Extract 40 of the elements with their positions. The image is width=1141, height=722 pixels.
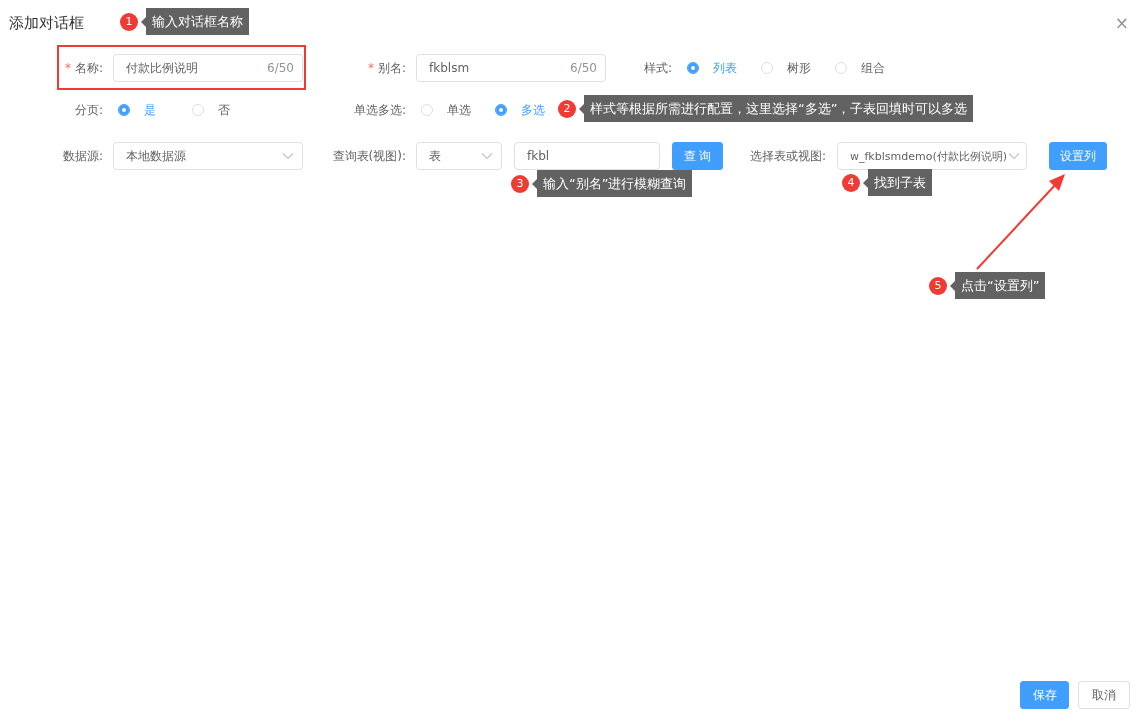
cancel-button[interactable]: 取消 bbox=[1078, 681, 1130, 709]
callout: 输入对话框名称 bbox=[141, 8, 249, 35]
input-field[interactable]: fkblsm 6/50 bbox=[416, 54, 606, 82]
field-label: 选择表或视图: bbox=[749, 147, 826, 165]
chevron-icon bbox=[1008, 152, 1020, 160]
radio-label[interactable]: 否 bbox=[218, 101, 250, 119]
step-badge: 1 bbox=[120, 12, 138, 31]
radio-label[interactable]: 树形 bbox=[787, 59, 819, 77]
required-mark: * bbox=[367, 61, 374, 75]
radio-label[interactable]: 组合 bbox=[861, 59, 893, 77]
field-label: 数据源: bbox=[62, 147, 103, 165]
dialog-title: 添加对话框 bbox=[9, 13, 84, 33]
radio-button[interactable] bbox=[495, 104, 507, 116]
field-label: 别名: bbox=[377, 59, 406, 77]
select-field[interactable]: w_fkblsmdemo(付款比例说明) bbox=[837, 142, 1027, 170]
char-counter: 6/50 bbox=[267, 61, 294, 75]
char-counter: 6/50 bbox=[570, 61, 597, 75]
radio-label[interactable]: 单选 bbox=[447, 101, 479, 119]
callout: 点击“设置列” bbox=[950, 272, 1046, 299]
field-label: 名称: bbox=[74, 59, 103, 77]
radio-button[interactable] bbox=[687, 62, 699, 74]
chevron-icon bbox=[481, 152, 493, 160]
radio-button[interactable] bbox=[118, 104, 130, 116]
field-label: 单选多选: bbox=[353, 101, 406, 119]
step-badge: 3 bbox=[511, 174, 529, 193]
callout: 输入“别名”进行模糊查询 bbox=[532, 170, 693, 197]
callout: 样式等根据所需进行配置，这里选择“多选”，子表回填时可以多选 bbox=[579, 95, 974, 122]
step-badge: 2 bbox=[558, 99, 576, 118]
field-label: 分页: bbox=[74, 101, 103, 119]
input-field[interactable]: fkbl bbox=[514, 142, 660, 170]
callout: 找到子表 bbox=[863, 169, 932, 196]
step-badge: 4 bbox=[842, 173, 860, 192]
field-label: 样式: bbox=[643, 59, 672, 77]
required-mark: * bbox=[64, 61, 71, 75]
select-field[interactable]: 本地数据源 bbox=[113, 142, 303, 170]
field-label: 查询表(视图): bbox=[332, 147, 406, 165]
input-field[interactable]: 付款比例说明 6/50 bbox=[113, 54, 303, 82]
select-field[interactable]: 表 bbox=[416, 142, 502, 170]
step-badge: 5 bbox=[929, 276, 947, 295]
chevron-icon bbox=[282, 152, 294, 160]
